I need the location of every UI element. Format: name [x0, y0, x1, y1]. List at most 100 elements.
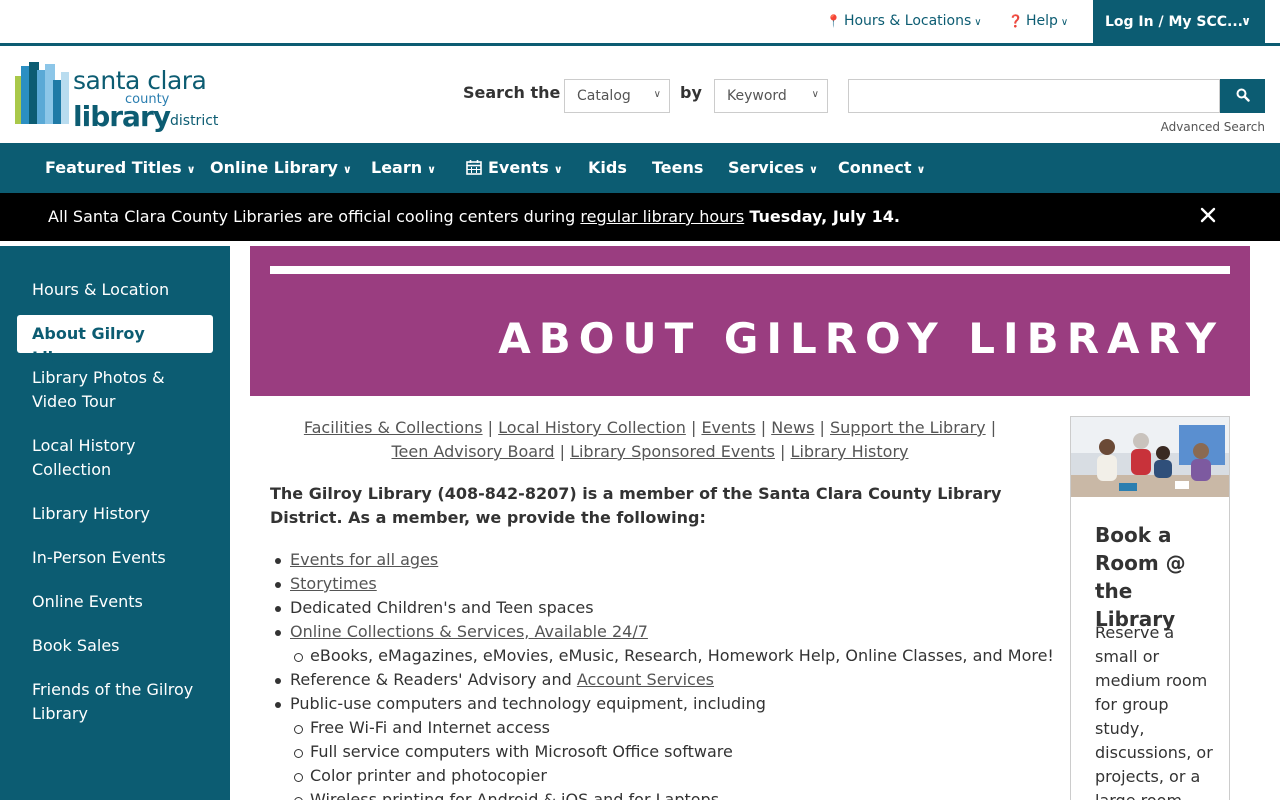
sidebar-nav: Hours & Location About Gilroy Library Li…: [0, 246, 230, 800]
sidebar-item-hours-location[interactable]: Hours & Location: [32, 278, 212, 302]
sidebar-item-friends[interactable]: Friends of the Gilroy Library: [32, 678, 212, 726]
sidebar-item-online-events[interactable]: Online Events: [32, 590, 212, 614]
chevron-down-icon: ∨: [974, 17, 982, 28]
logo-text-district: district: [170, 113, 219, 129]
events-all-ages-link[interactable]: Events for all ages: [290, 550, 438, 569]
alert-date: Tuesday, July 14.: [749, 207, 900, 226]
list-subitem: Color printer and photocopier: [290, 764, 1020, 788]
account-services-link[interactable]: Account Services: [577, 670, 714, 689]
logo-text-santa-clara: santa clara: [73, 66, 207, 95]
chevron-down-icon: ∨: [553, 163, 563, 176]
list-subitem: Wireless printing for Android & iOS and …: [290, 788, 1020, 800]
nav-services[interactable]: Services ∨: [728, 158, 818, 177]
hours-locations-link[interactable]: 📍 Hours & Locations ∨: [826, 13, 982, 29]
group-photo: [1071, 417, 1229, 497]
link-facilities-collections[interactable]: Facilities & Collections: [304, 418, 483, 437]
nav-learn[interactable]: Learn ∨: [371, 158, 436, 177]
nav-online-library[interactable]: Online Library ∨: [210, 158, 352, 177]
nav-events-label: Events: [488, 158, 549, 177]
nav-kids[interactable]: Kids: [588, 158, 627, 177]
search-input[interactable]: [848, 79, 1220, 113]
chevron-down-icon: ∨: [811, 89, 819, 100]
question-icon: ❓: [1008, 14, 1023, 28]
reference-text: Reference & Readers' Advisory and: [290, 670, 577, 689]
online-collections-link[interactable]: Online Collections & Services, Available…: [290, 622, 648, 641]
separator: |: [559, 442, 565, 461]
login-label: Log In / My SCC...: [1105, 14, 1243, 30]
separator: |: [760, 418, 767, 437]
nav-events[interactable]: Events ∨: [466, 158, 563, 177]
chevron-down-icon: ∨: [1241, 14, 1251, 28]
search-field-select[interactable]: Keyword ∨: [714, 79, 828, 113]
book-room-text: Reserve a small or medium room for group…: [1095, 623, 1213, 800]
nav-featured-titles[interactable]: Featured Titles ∨: [45, 158, 196, 177]
search-button[interactable]: [1220, 79, 1265, 113]
list-item: Reference & Readers' Advisory and Accoun…: [275, 668, 1020, 692]
sidebar-item-in-person-events[interactable]: In-Person Events: [32, 546, 212, 570]
logo-text-library: library: [73, 100, 171, 133]
nav-connect-label: Connect: [838, 158, 912, 177]
chevron-down-icon: ∨: [1060, 17, 1069, 28]
sidebar-item-book-sales[interactable]: Book Sales: [32, 634, 212, 658]
alert-banner: All Santa Clara County Libraries are off…: [0, 193, 1280, 241]
sidebar-item-library-history[interactable]: Library History: [32, 502, 212, 526]
link-support-library[interactable]: Support the Library: [830, 418, 986, 437]
section-links: Facilities & Collections | Local History…: [290, 416, 1010, 464]
chevron-down-icon: ∨: [427, 163, 437, 176]
site-header: santa clara county library district Sear…: [0, 49, 1280, 143]
link-library-sponsored-events[interactable]: Library Sponsored Events: [570, 442, 775, 461]
sidebar-item-photos-video-tour[interactable]: Library Photos & Video Tour: [32, 366, 212, 414]
separator: |: [690, 418, 697, 437]
library-hours-link[interactable]: regular library hours: [580, 207, 744, 226]
close-icon[interactable]: [1198, 205, 1218, 225]
nav-kids-label: Kids: [588, 158, 627, 177]
search-icon: [1236, 88, 1250, 102]
separator: |: [819, 418, 825, 437]
banner-rule: [270, 266, 1230, 274]
help-label: Help: [1025, 13, 1058, 29]
logo-bars-icon: [15, 62, 69, 124]
search-field-value: Keyword: [727, 88, 787, 104]
calendar-icon: [466, 160, 482, 175]
sidebar-item-local-history[interactable]: Local History Collection: [32, 434, 212, 482]
nav-teens[interactable]: Teens: [652, 158, 703, 177]
link-library-history[interactable]: Library History: [791, 442, 909, 461]
link-news[interactable]: News: [771, 418, 814, 437]
separator: |: [487, 418, 494, 437]
separator: |: [990, 418, 997, 437]
chevron-down-icon: ∨: [916, 163, 926, 176]
search-label: Search the: [463, 83, 561, 102]
link-teen-advisory-board[interactable]: Teen Advisory Board: [392, 442, 555, 461]
chevron-down-icon: ∨: [342, 163, 352, 176]
nav-connect[interactable]: Connect ∨: [838, 158, 925, 177]
list-item: Public-use computers and technology equi…: [275, 692, 1020, 716]
intro-paragraph: The Gilroy Library (408-842-8207) is a m…: [270, 484, 1002, 527]
chevron-down-icon: ∨: [809, 163, 818, 176]
nav-teens-label: Teens: [652, 158, 704, 177]
nav-services-label: Services: [728, 158, 805, 177]
search-scope-select[interactable]: Catalog ∨: [564, 79, 670, 113]
sidebar-item-about-gilroy-library[interactable]: About Gilroy Library: [17, 315, 213, 367]
nav-featured-titles-label: Featured Titles: [45, 158, 182, 177]
login-button[interactable]: Log In / My SCC... ∨: [1093, 0, 1265, 46]
page-banner: ABOUT GILROY LIBRARY: [250, 246, 1250, 396]
separator: |: [780, 442, 786, 461]
nav-learn-label: Learn: [371, 158, 423, 177]
link-events[interactable]: Events: [701, 418, 755, 437]
link-local-history-collection[interactable]: Local History Collection: [498, 418, 686, 437]
book-room-title: Book a Room @ the Library: [1095, 523, 1186, 631]
search-scope-value: Catalog: [577, 88, 631, 104]
help-link[interactable]: ❓ Help ∨: [1008, 13, 1068, 29]
alert-message: All Santa Clara County Libraries are off…: [48, 207, 900, 226]
page-title: ABOUT GILROY LIBRARY: [498, 314, 1224, 363]
book-room-card[interactable]: Book a Room @ the Library Reserve a smal…: [1070, 416, 1230, 800]
hours-locations-label: Hours & Locations: [843, 13, 972, 29]
list-item: Storytimes: [275, 572, 1020, 596]
library-logo[interactable]: santa clara county library district: [15, 62, 218, 133]
list-item: Events for all ages: [275, 548, 1020, 572]
list-item: Dedicated Children's and Teen spaces: [275, 596, 1020, 620]
advanced-search-link[interactable]: Advanced Search: [1161, 120, 1265, 134]
storytimes-link[interactable]: Storytimes: [290, 574, 377, 593]
chevron-down-icon: ∨: [186, 163, 196, 176]
list-subitem: Full service computers with Microsoft Of…: [290, 740, 1020, 764]
